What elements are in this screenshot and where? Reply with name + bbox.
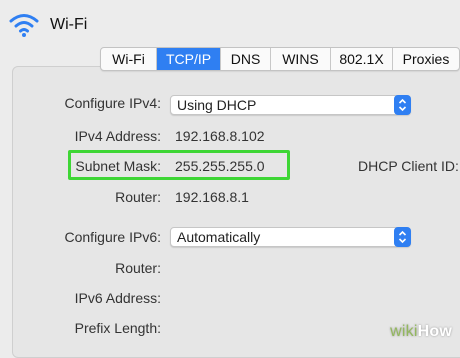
- ipv4-address-value: 192.168.8.102: [175, 128, 265, 144]
- configure-ipv4-value: Using DHCP: [177, 97, 257, 113]
- prefix-length-label: Prefix Length:: [74, 320, 161, 336]
- dhcp-client-id-label: DHCP Client ID:: [358, 158, 459, 174]
- ipv6-router-label: Router:: [115, 260, 161, 276]
- configure-ipv6-value: Automatically: [177, 229, 261, 245]
- subnet-mask-value: 255.255.255.0: [175, 158, 265, 174]
- watermark-wiki: wiki: [390, 323, 418, 340]
- tab-tcpip[interactable]: TCP/IP: [157, 48, 221, 70]
- configure-ipv6-select[interactable]: Automatically: [170, 227, 411, 247]
- tab-bar: Wi-Fi TCP/IP DNS WINS 802.1X Proxies: [100, 47, 460, 71]
- ipv4-router-value: 192.168.8.1: [175, 189, 249, 205]
- subnet-mask-label: Subnet Mask:: [75, 158, 161, 174]
- wifi-icon: [9, 14, 39, 37]
- wikihow-watermark: wikiHow: [390, 323, 452, 341]
- ipv4-router-label: Router:: [115, 189, 161, 205]
- ipv4-address-label: IPv4 Address:: [74, 128, 161, 144]
- tab-wifi[interactable]: Wi-Fi: [101, 48, 157, 70]
- window-title: Wi-Fi: [50, 16, 88, 33]
- ipv6-address-label: IPv6 Address:: [74, 290, 161, 306]
- watermark-how: How: [417, 323, 452, 340]
- configure-ipv4-label: Configure IPv4:: [64, 95, 162, 111]
- configure-ipv4-select[interactable]: Using DHCP: [170, 95, 411, 115]
- title-bar: Wi-Fi: [0, 0, 460, 50]
- up-down-chevron-icon[interactable]: [394, 227, 411, 247]
- up-down-chevron-icon[interactable]: [394, 95, 411, 115]
- tab-wins[interactable]: WINS: [271, 48, 331, 70]
- tab-proxies[interactable]: Proxies: [393, 48, 459, 70]
- tab-8021x[interactable]: 802.1X: [331, 48, 393, 70]
- configure-ipv6-label: Configure IPv6:: [64, 229, 162, 245]
- tab-dns[interactable]: DNS: [221, 48, 271, 70]
